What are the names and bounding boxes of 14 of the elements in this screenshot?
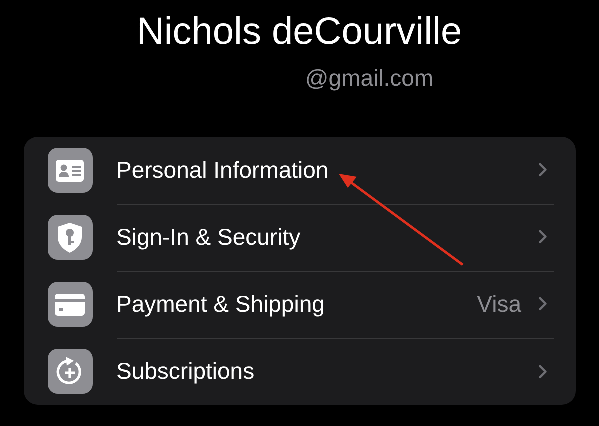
row-value: Visa: [477, 290, 522, 318]
shield-key-icon: [58, 222, 82, 252]
settings-row[interactable]: Personal Information: [24, 137, 576, 204]
account-email: @gmail.com: [305, 64, 434, 92]
row-label: Subscriptions: [116, 358, 256, 385]
account-name: Nichols deCourville: [136, 10, 462, 54]
row-label: Personal Information: [116, 156, 330, 184]
contact-card-icon: [56, 160, 84, 182]
settings-row[interactable]: Subscriptions: [24, 338, 576, 405]
settings-row[interactable]: Sign-In & Security: [24, 204, 576, 271]
row-label: Payment & Shipping: [116, 290, 326, 318]
credit-card-icon: [55, 294, 85, 316]
row-label: Sign-In & Security: [116, 224, 302, 250]
settings-row[interactable]: Payment & Shipping Visa: [24, 271, 576, 338]
